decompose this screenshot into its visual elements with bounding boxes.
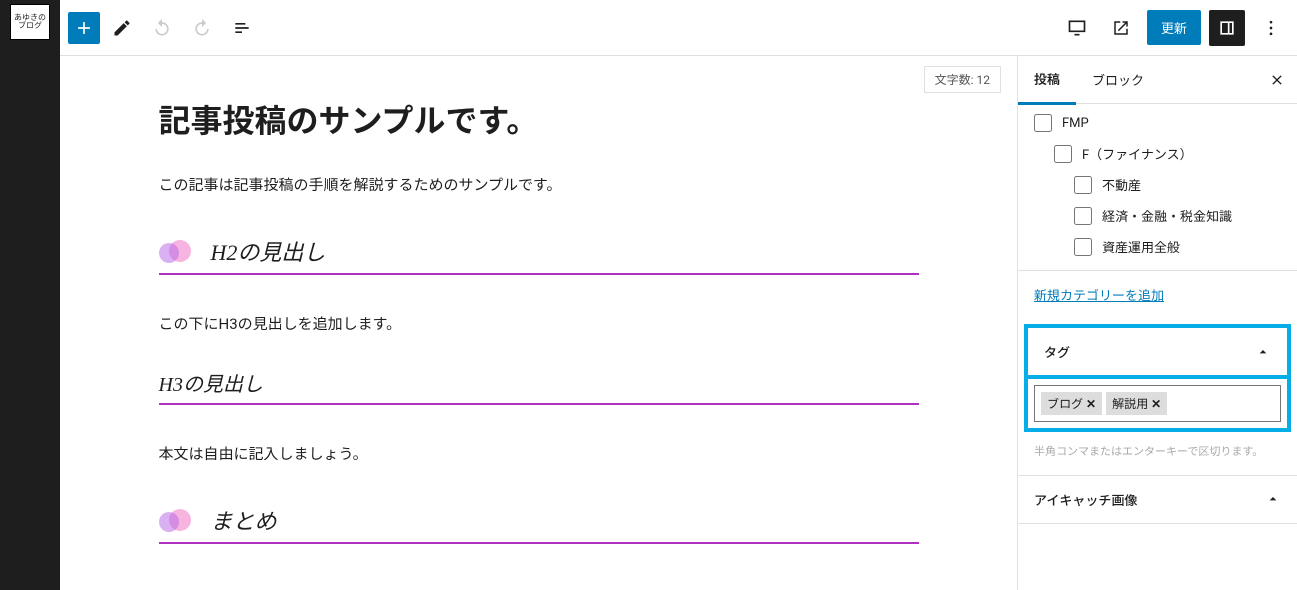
settings-toggle-button[interactable] [1209, 10, 1245, 46]
category-list: FMP F（ファイナンス） 不動産経済・金融・税金知識資産運用全般 [1018, 104, 1297, 271]
heading-h2[interactable]: まとめ [159, 498, 919, 544]
chevron-up-icon [1265, 491, 1281, 507]
list-icon [232, 18, 252, 38]
category-item[interactable]: FMP [1034, 108, 1281, 138]
outline-button[interactable] [224, 10, 260, 46]
tag-chip: 解説用✕ [1106, 392, 1167, 415]
close-settings-button[interactable] [1257, 60, 1297, 100]
remove-tag-button[interactable]: ✕ [1086, 397, 1096, 411]
tag-chip: ブログ✕ [1041, 392, 1102, 415]
eyecatch-panel-header[interactable]: アイキャッチ画像 [1018, 475, 1297, 524]
category-checkbox[interactable] [1074, 207, 1092, 225]
heading-h3[interactable]: H3の見出し [159, 368, 919, 405]
dots-vertical-icon [1261, 18, 1281, 38]
pencil-icon [112, 18, 132, 38]
update-button[interactable]: 更新 [1147, 10, 1201, 45]
category-label: F（ファイナンス） [1082, 144, 1193, 163]
external-link-button[interactable] [1103, 10, 1139, 46]
category-item[interactable]: 資産運用全般 [1034, 231, 1281, 262]
heading-h2[interactable]: H2の見出し [159, 229, 919, 275]
undo-button[interactable] [144, 10, 180, 46]
admin-sidebar: あゆきのブログ [0, 0, 60, 590]
category-label: FMP [1062, 116, 1089, 131]
chevron-up-icon [1255, 344, 1271, 360]
topbar-right: 更新 [1059, 10, 1289, 46]
tag-chip-label: 解説用 [1112, 395, 1148, 412]
edit-mode-button[interactable] [104, 10, 140, 46]
add-block-button[interactable] [68, 12, 100, 44]
more-options-button[interactable] [1253, 10, 1289, 46]
tab-block[interactable]: ブロック [1076, 56, 1160, 103]
redo-icon [192, 18, 212, 38]
category-label: 資産運用全般 [1102, 237, 1180, 256]
content-wrap: 文字数: 12 記事投稿のサンプルです。 この記事は記事投稿の手順を解説するため… [60, 56, 1297, 590]
external-link-icon [1112, 19, 1130, 37]
post-title[interactable]: 記事投稿のサンプルです。 [159, 96, 919, 142]
undo-icon [152, 18, 172, 38]
category-item[interactable]: F（ファイナンス） [1034, 138, 1281, 169]
category-item[interactable]: 不動産 [1034, 169, 1281, 200]
editor-canvas[interactable]: 文字数: 12 記事投稿のサンプルです。 この記事は記事投稿の手順を解説するため… [60, 56, 1017, 590]
add-category-link[interactable]: 新規カテゴリーを追加 [1018, 271, 1297, 318]
redo-button[interactable] [184, 10, 220, 46]
category-item[interactable]: 経済・金融・税金知識 [1034, 200, 1281, 231]
sidebar-icon [1217, 18, 1237, 38]
word-count-badge: 文字数: 12 [924, 66, 1001, 93]
plus-icon [74, 18, 94, 38]
main-area: 更新 文字数: 12 記事投稿のサンプルです。 この記事は記事投稿の手順を解説す… [60, 0, 1297, 590]
tag-panel-label: タグ [1044, 342, 1070, 361]
category-label: 不動産 [1102, 175, 1141, 194]
tag-panel-header[interactable]: タグ [1024, 324, 1291, 375]
tag-input[interactable]: ブログ✕解説用✕ [1034, 385, 1281, 422]
category-checkbox[interactable] [1054, 145, 1072, 163]
tag-chip-label: ブログ [1047, 395, 1083, 412]
topbar-left [68, 10, 260, 46]
tag-hint: 半角コンマまたはエンターキーで区切ります。 [1018, 438, 1297, 475]
settings-tabs: 投稿 ブロック [1018, 56, 1297, 104]
tag-highlight-box: ブログ✕解説用✕ [1024, 375, 1291, 432]
tab-post[interactable]: 投稿 [1018, 56, 1076, 105]
intro-paragraph[interactable]: この記事は記事投稿の手順を解説するためのサンプルです。 [159, 172, 919, 199]
category-label: 経済・金融・税金知識 [1102, 206, 1232, 225]
category-checkbox[interactable] [1034, 114, 1052, 132]
editor-topbar: 更新 [60, 0, 1297, 56]
view-button[interactable] [1059, 10, 1095, 46]
settings-sidebar: 投稿 ブロック FMPF（ファイナンス）不動産経済・金融・税金知識資産運用全般 … [1017, 56, 1297, 590]
remove-tag-button[interactable]: ✕ [1151, 397, 1161, 411]
eyecatch-label: アイキャッチ画像 [1034, 490, 1137, 509]
body-paragraph[interactable]: 本文は自由に記入しましょう。 [159, 441, 919, 468]
site-logo[interactable]: あゆきのブログ [10, 4, 50, 40]
category-checkbox[interactable] [1074, 238, 1092, 256]
desktop-icon [1067, 18, 1087, 38]
body-paragraph[interactable]: この下にH3の見出しを追加します。 [159, 311, 919, 338]
close-icon [1269, 72, 1285, 88]
category-checkbox[interactable] [1074, 176, 1092, 194]
editor-inner: 記事投稿のサンプルです。 この記事は記事投稿の手順を解説するためのサンプルです。… [119, 96, 959, 544]
